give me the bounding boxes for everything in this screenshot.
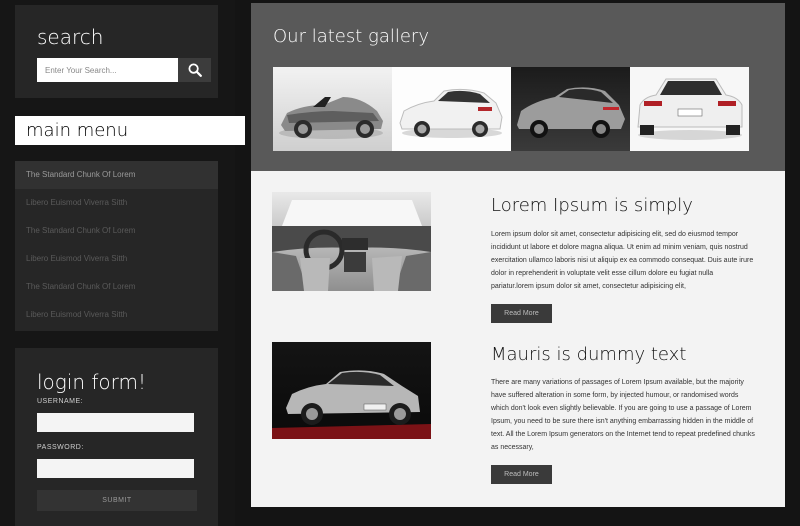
article-body: Lorem ipsum dolor sit amet, consectetur … — [491, 231, 754, 290]
article-body: There are many variations of passages of… — [491, 379, 755, 451]
gallery-title: Our latest gallery — [273, 26, 429, 47]
menu-item[interactable]: The Standard Chunk Of Lorem — [15, 273, 218, 301]
submit-button[interactable]: SUBMIT — [37, 490, 197, 511]
article-title: Lorem Ipsum is simply — [491, 195, 693, 216]
password-label: PASSWORD: — [37, 444, 84, 451]
article-title: Mauris is dummy text — [491, 344, 687, 365]
gallery-thumb-white-cabriolet[interactable] — [630, 67, 749, 151]
login-panel: login form! USERNAME: PASSWORD: SUBMIT — [15, 348, 218, 526]
search-title: search — [37, 25, 104, 49]
main-menu: The Standard Chunk Of Lorem Libero Euism… — [15, 161, 218, 331]
main-menu-title: main menu — [15, 116, 245, 145]
content-section: Lorem Ipsum is simply Lorem ipsum dolor … — [251, 171, 785, 507]
sidebar: search main menu The Standard Chunk Of L… — [0, 0, 245, 526]
menu-item[interactable]: The Standard Chunk Of Lorem — [15, 161, 218, 189]
search-input[interactable] — [37, 58, 178, 82]
article-image-silver-roadster — [272, 342, 431, 439]
gallery-thumb-silver-roadster[interactable] — [273, 67, 392, 151]
gallery-section: Our latest gallery — [251, 3, 785, 171]
username-field[interactable] — [37, 413, 194, 432]
login-title: login form! — [37, 370, 147, 394]
gallery-thumb-silver-concept[interactable] — [511, 67, 630, 151]
menu-item[interactable]: Libero Euismod Viverra Sitth — [15, 189, 218, 217]
search-icon — [188, 63, 202, 77]
username-label: USERNAME: — [37, 398, 84, 405]
menu-item[interactable]: The Standard Chunk Of Lorem — [15, 217, 218, 245]
read-more-button[interactable]: Read More — [491, 465, 552, 484]
password-field[interactable] — [37, 459, 194, 478]
menu-item[interactable]: Libero Euismod Viverra Sitth — [15, 301, 218, 329]
search-panel: search — [15, 5, 218, 98]
article-image-car-interior — [272, 192, 431, 291]
search-button[interactable] — [178, 58, 211, 82]
gallery-thumb-white-coupe[interactable] — [392, 67, 511, 151]
read-more-button[interactable]: Read More — [491, 304, 552, 323]
menu-item[interactable]: Libero Euismod Viverra Sitth — [15, 245, 218, 273]
